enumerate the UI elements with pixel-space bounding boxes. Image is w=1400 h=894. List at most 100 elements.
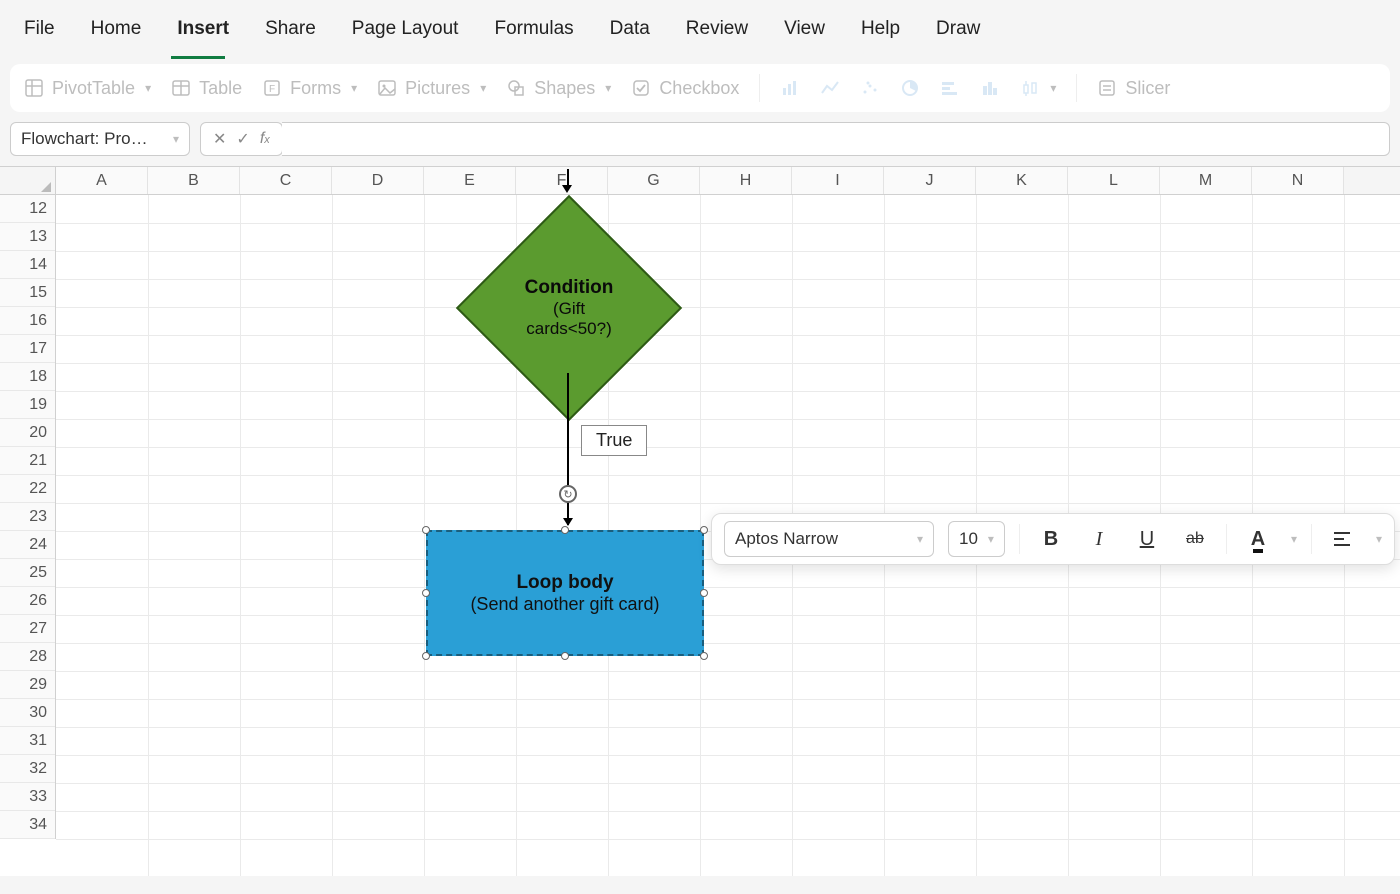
- pivottable-button[interactable]: PivotTable ▾: [24, 78, 151, 99]
- menu-file[interactable]: File: [24, 18, 55, 40]
- column-header-A[interactable]: A: [56, 167, 148, 194]
- column-header-E[interactable]: E: [424, 167, 516, 194]
- chart-boxwhisker-button[interactable]: ▾: [1020, 78, 1056, 98]
- row-header-24[interactable]: 24: [0, 531, 55, 559]
- row-header-30[interactable]: 30: [0, 699, 55, 727]
- gridline-h: [56, 251, 1400, 252]
- column-header-G[interactable]: G: [608, 167, 700, 194]
- chevron-down-icon[interactable]: ▾: [1291, 532, 1297, 546]
- row-header-16[interactable]: 16: [0, 307, 55, 335]
- row-header-34[interactable]: 34: [0, 811, 55, 839]
- shapes-button[interactable]: Shapes ▾: [506, 78, 611, 99]
- row-header-20[interactable]: 20: [0, 419, 55, 447]
- chart-column-button[interactable]: [780, 78, 800, 98]
- checkbox-icon: [631, 78, 651, 98]
- resize-handle-ne[interactable]: [700, 526, 708, 534]
- column-header-I[interactable]: I: [792, 167, 884, 194]
- chart-pie-icon: [900, 78, 920, 98]
- menu-draw[interactable]: Draw: [936, 18, 980, 40]
- font-size-select[interactable]: 10 ▾: [948, 521, 1005, 557]
- menu-formulas[interactable]: Formulas: [494, 18, 573, 40]
- pictures-button[interactable]: Pictures ▾: [377, 78, 486, 99]
- bold-button[interactable]: B: [1034, 522, 1068, 556]
- strikethrough-button[interactable]: ab: [1178, 522, 1212, 556]
- column-header-N[interactable]: N: [1252, 167, 1344, 194]
- row-header-14[interactable]: 14: [0, 251, 55, 279]
- chevron-down-icon[interactable]: ▾: [1376, 532, 1382, 546]
- gridline-h: [56, 279, 1400, 280]
- gridline-h: [56, 419, 1400, 420]
- menu-share[interactable]: Share: [265, 18, 316, 40]
- row-header-23[interactable]: 23: [0, 503, 55, 531]
- font-family-select[interactable]: Aptos Narrow ▾: [724, 521, 934, 557]
- row-header-28[interactable]: 28: [0, 643, 55, 671]
- spreadsheet-grid[interactable]: ABCDEFGHIJKLMN 1213141516171819202122232…: [0, 166, 1400, 876]
- cancel-icon[interactable]: ✕: [213, 129, 226, 149]
- row-header-29[interactable]: 29: [0, 671, 55, 699]
- row-header-26[interactable]: 26: [0, 587, 55, 615]
- align-button[interactable]: [1326, 522, 1360, 556]
- resize-handle-e[interactable]: [700, 589, 708, 597]
- chart-pie-button[interactable]: [900, 78, 920, 98]
- fx-icon[interactable]: fx: [260, 130, 270, 148]
- chart-scatter-button[interactable]: [860, 78, 880, 98]
- row-header-15[interactable]: 15: [0, 279, 55, 307]
- row-header-32[interactable]: 32: [0, 755, 55, 783]
- chart-bar-button[interactable]: [940, 78, 960, 98]
- flowchart-process-shape[interactable]: Loop body (Send another gift card): [426, 530, 704, 656]
- menu-help[interactable]: Help: [861, 18, 900, 40]
- row-header-21[interactable]: 21: [0, 447, 55, 475]
- checkbox-button[interactable]: Checkbox: [631, 78, 739, 99]
- menu-page-layout[interactable]: Page Layout: [352, 18, 459, 40]
- row-header-33[interactable]: 33: [0, 783, 55, 811]
- row-header-13[interactable]: 13: [0, 223, 55, 251]
- column-header-C[interactable]: C: [240, 167, 332, 194]
- column-header-D[interactable]: D: [332, 167, 424, 194]
- column-header-H[interactable]: H: [700, 167, 792, 194]
- select-all-corner[interactable]: [0, 167, 56, 194]
- column-header-K[interactable]: K: [976, 167, 1068, 194]
- enter-icon[interactable]: ✓: [236, 129, 249, 149]
- resize-handle-se[interactable]: [700, 652, 708, 660]
- column-header-B[interactable]: B: [148, 167, 240, 194]
- row-header-19[interactable]: 19: [0, 391, 55, 419]
- menu-insert[interactable]: Insert: [177, 18, 229, 40]
- resize-handle-sw[interactable]: [422, 652, 430, 660]
- resize-handle-n[interactable]: [561, 526, 569, 534]
- row-header-18[interactable]: 18: [0, 363, 55, 391]
- resize-handle-nw[interactable]: [422, 526, 430, 534]
- column-header-J[interactable]: J: [884, 167, 976, 194]
- menu-data[interactable]: Data: [610, 18, 650, 40]
- chart-line-icon: [820, 78, 840, 98]
- row-header-31[interactable]: 31: [0, 727, 55, 755]
- table-button[interactable]: Table: [171, 78, 242, 99]
- row-header-25[interactable]: 25: [0, 559, 55, 587]
- pictures-label: Pictures: [405, 78, 470, 99]
- gridline-h: [56, 755, 1400, 756]
- row-header-17[interactable]: 17: [0, 335, 55, 363]
- chart-histogram-button[interactable]: [980, 78, 1000, 98]
- chart-line-button[interactable]: [820, 78, 840, 98]
- italic-button[interactable]: I: [1082, 522, 1116, 556]
- table-icon: [171, 78, 191, 98]
- row-header-22[interactable]: 22: [0, 475, 55, 503]
- column-header-L[interactable]: L: [1068, 167, 1160, 194]
- resize-handle-s[interactable]: [561, 652, 569, 660]
- connector-label-true[interactable]: True: [581, 425, 647, 456]
- resize-handle-w[interactable]: [422, 589, 430, 597]
- menu-view[interactable]: View: [784, 18, 825, 40]
- menu-review[interactable]: Review: [686, 18, 748, 40]
- column-header-M[interactable]: M: [1160, 167, 1252, 194]
- menu-home[interactable]: Home: [91, 18, 142, 40]
- name-box[interactable]: Flowchart: Pro… ▾: [10, 122, 190, 156]
- gridline-h: [56, 391, 1400, 392]
- row-header-12[interactable]: 12: [0, 195, 55, 223]
- gridline-v: [148, 195, 149, 876]
- formula-bar[interactable]: [282, 122, 1390, 156]
- font-color-button[interactable]: A: [1241, 522, 1275, 556]
- underline-button[interactable]: U: [1130, 522, 1164, 556]
- row-header-27[interactable]: 27: [0, 615, 55, 643]
- forms-button[interactable]: F Forms ▾: [262, 78, 357, 99]
- rotate-handle[interactable]: ↻: [559, 485, 577, 503]
- slicer-button[interactable]: Slicer: [1097, 78, 1170, 99]
